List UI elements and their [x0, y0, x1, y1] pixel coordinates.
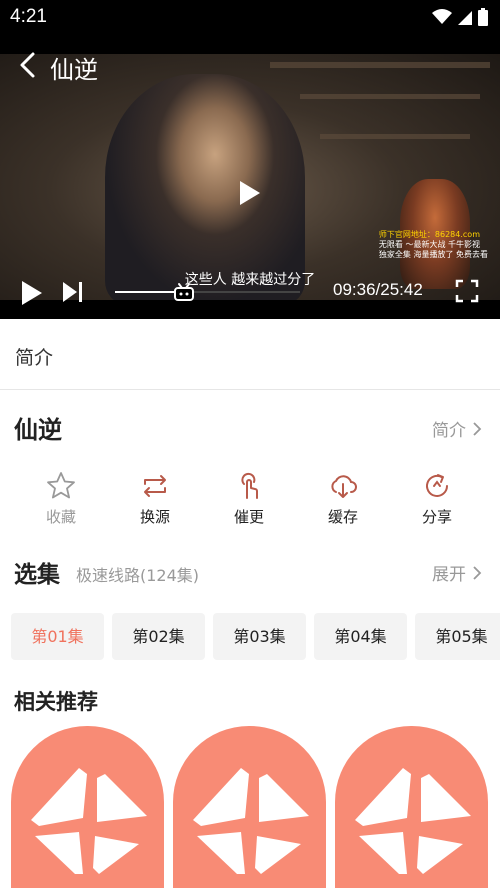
- expand-label: 展开: [432, 565, 466, 585]
- episode-item-02[interactable]: 第02集: [112, 613, 205, 660]
- status-bar: 4:21: [0, 0, 500, 34]
- video-scene-shelf: [300, 94, 480, 99]
- intro-link[interactable]: 简介: [432, 416, 482, 441]
- watermark-line: 独家全集 海量播放了 免费去看: [378, 250, 488, 259]
- status-icons: [432, 8, 488, 26]
- playback-time: 09:36/25:42: [333, 280, 423, 299]
- video-watermark-text: 师下官网地址：86284.com 无限看 ～最新大战 千牛影视 独家全集 海量播…: [379, 230, 488, 260]
- related-section-title: 相关推荐: [14, 690, 98, 714]
- episode-list[interactable]: 第01集 第02集 第03集 第04集 第05集: [11, 613, 500, 660]
- app-logo-icon: [355, 768, 471, 874]
- switch-source-button[interactable]: 换源: [108, 470, 202, 530]
- share-icon: [426, 474, 448, 497]
- related-list: [11, 726, 500, 888]
- switch-source-label: 换源: [139, 508, 170, 526]
- switch-source-icon: [144, 475, 166, 497]
- expand-episodes-link[interactable]: 展开: [432, 560, 482, 585]
- show-title-row: 仙逆 简介: [0, 408, 500, 448]
- app-logo-icon: [193, 768, 309, 874]
- player-controls: 09:36/25:42: [0, 266, 500, 318]
- favorite-button[interactable]: 收藏: [14, 470, 108, 530]
- show-title: 仙逆: [14, 416, 62, 444]
- back-arrow-icon[interactable]: [14, 50, 44, 80]
- watermark-line: 师下官网地址：86284.com: [378, 230, 480, 239]
- progress-bar[interactable]: [115, 283, 300, 301]
- battery-icon: [478, 8, 488, 26]
- progress-handle-icon[interactable]: [173, 282, 195, 302]
- action-row: 收藏 换源 催更 缓存 分享: [0, 470, 500, 530]
- app-logo-icon: [31, 768, 147, 874]
- tab-intro[interactable]: 简介: [15, 343, 53, 370]
- episode-header: 选集 极速线路(124集) 展开: [0, 555, 500, 589]
- download-button[interactable]: 缓存: [296, 470, 390, 530]
- star-icon: [47, 472, 75, 499]
- episode-item-03[interactable]: 第03集: [213, 613, 306, 660]
- episode-route-info[interactable]: 极速线路(124集): [76, 562, 199, 586]
- related-card[interactable]: [335, 726, 488, 888]
- finger-tap-icon: [241, 472, 258, 499]
- share-label: 分享: [421, 508, 452, 526]
- status-time: 4:21: [10, 6, 47, 27]
- center-play-icon[interactable]: [238, 179, 262, 207]
- video-scene-shelf: [270, 62, 490, 68]
- intro-link-label: 简介: [432, 421, 466, 441]
- watermark-line: 无限看 ～最新大战 千牛影视: [378, 240, 480, 249]
- episode-section-title: 选集: [14, 562, 60, 588]
- video-frame[interactable]: [0, 54, 500, 300]
- next-episode-icon[interactable]: [62, 280, 84, 304]
- episode-item-05[interactable]: 第05集: [415, 613, 500, 660]
- related-card[interactable]: [173, 726, 326, 888]
- request-update-label: 催更: [233, 508, 264, 526]
- cloud-download-icon: [331, 475, 357, 498]
- favorite-label: 收藏: [45, 508, 76, 526]
- download-label: 缓存: [327, 508, 358, 526]
- play-icon[interactable]: [20, 280, 44, 306]
- fullscreen-icon[interactable]: [455, 279, 479, 303]
- chevron-right-icon: [473, 565, 482, 580]
- video-scene-shelf: [320, 134, 470, 139]
- chevron-right-icon: [473, 421, 482, 436]
- wifi-icon: [432, 9, 452, 24]
- episode-item-01[interactable]: 第01集: [11, 613, 104, 660]
- episode-item-04[interactable]: 第04集: [314, 613, 407, 660]
- detail-tab-bar: 简介: [0, 319, 500, 390]
- request-update-button[interactable]: 催更: [202, 470, 296, 530]
- player-title: 仙逆: [50, 56, 98, 84]
- share-button[interactable]: 分享: [390, 470, 484, 530]
- signal-icon: [458, 11, 472, 25]
- related-card[interactable]: [11, 726, 164, 888]
- video-player[interactable]: 仙逆 这些人 越来越过分了 师下官网地址：86284.com 无限看 ～最新大战…: [0, 34, 500, 319]
